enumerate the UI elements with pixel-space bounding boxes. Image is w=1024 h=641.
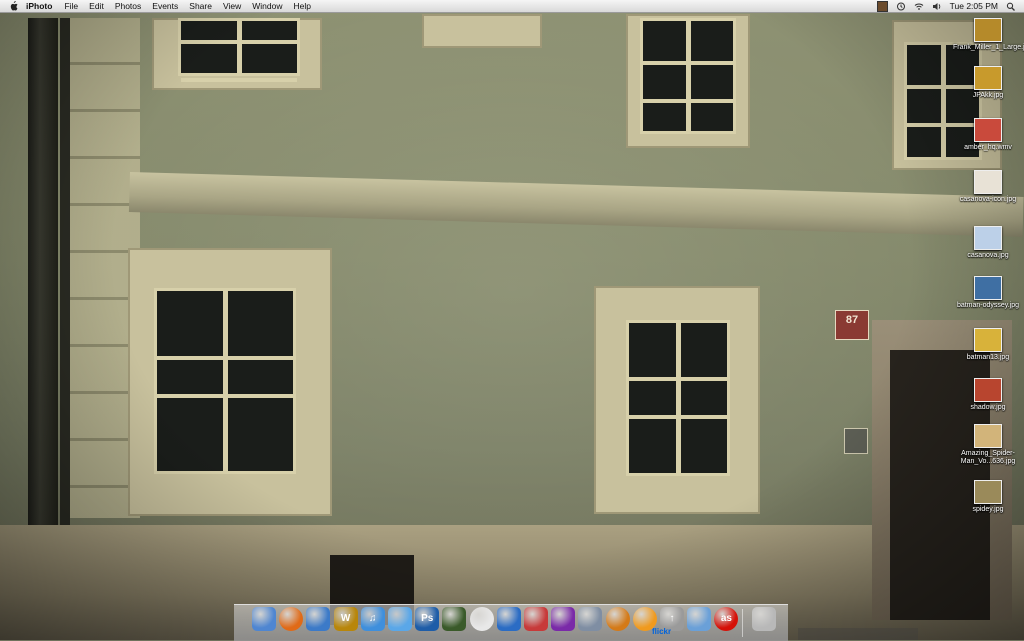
image-file-icon xyxy=(974,328,1002,352)
volume-icon[interactable] xyxy=(932,2,942,11)
menu-file[interactable]: File xyxy=(64,1,78,11)
trash-icon[interactable] xyxy=(752,607,776,631)
dock: W ♫ Ps ↑ as flickr xyxy=(234,604,788,641)
desktop-file-icon[interactable]: shadow.jpg xyxy=(953,378,1023,412)
image-file-icon xyxy=(974,276,1002,300)
dock-item-glyph: Ps xyxy=(421,613,434,624)
iweb-icon[interactable] xyxy=(388,607,412,631)
image-file-icon xyxy=(974,66,1002,90)
desktop-file-label: spidey.jpg xyxy=(972,506,1004,513)
flickr-caption: flickr xyxy=(652,627,672,636)
desktop-file-label: casanova.jpg xyxy=(967,252,1009,259)
desktop-file-icon[interactable]: batman-odyssey.jpg xyxy=(953,276,1023,310)
image-file-icon xyxy=(974,18,1002,42)
image-file-icon xyxy=(974,170,1002,194)
menubar-clock[interactable]: Tue 2:05 PM xyxy=(950,1,998,11)
desktop-file-label: batman13.jpg xyxy=(966,354,1010,361)
desktop-file-label: JPAkk.jpg xyxy=(972,92,1004,99)
safari-icon[interactable] xyxy=(469,607,494,631)
firefox-icon[interactable] xyxy=(279,607,304,631)
growl-icon[interactable] xyxy=(605,607,630,631)
menu-events[interactable]: Events xyxy=(152,1,178,11)
video-file-icon xyxy=(974,118,1002,142)
app-menu-iphoto[interactable]: iPhoto xyxy=(26,1,52,11)
desktop-file-label: casanova-icon.jpg xyxy=(959,196,1017,203)
desktop-file-icon[interactable]: JPAkk.jpg xyxy=(953,66,1023,100)
wifi-icon[interactable] xyxy=(914,2,924,11)
menu-share[interactable]: Share xyxy=(189,1,212,11)
image-file-icon xyxy=(974,424,1002,448)
menu-extras: Tue 2:05 PM xyxy=(876,0,1016,12)
desktop-file-icon[interactable]: Frank_Miller_1_Large.jpg xyxy=(953,18,1024,52)
menu-edit[interactable]: Edit xyxy=(89,1,104,11)
dock-separator xyxy=(742,609,743,637)
iphoto-icon[interactable] xyxy=(687,607,712,631)
frontrow-icon[interactable] xyxy=(551,607,576,631)
menu-window[interactable]: Window xyxy=(252,1,282,11)
desktop-file-icon[interactable]: spidey.jpg xyxy=(953,480,1023,514)
desktop-file-icon[interactable]: Amazing_Spider-Man_Vo...636.jpg xyxy=(953,424,1023,466)
spotlight-search-icon[interactable] xyxy=(1006,2,1016,11)
dock-item-glyph: as xyxy=(720,613,732,624)
desktop-file-label: shadow.jpg xyxy=(970,404,1006,411)
finder-icon[interactable] xyxy=(252,607,276,631)
photoshop-icon[interactable]: Ps xyxy=(415,607,440,631)
desktop-file-icon[interactable]: amber_hq.wmv xyxy=(953,118,1023,152)
time-machine-icon[interactable] xyxy=(896,2,906,11)
desktop-file-icon[interactable]: batman13.jpg xyxy=(953,328,1023,362)
mail-icon[interactable] xyxy=(306,607,331,631)
image-file-icon xyxy=(974,226,1002,250)
image-file-icon xyxy=(974,480,1002,504)
dock-item-glyph: ♫ xyxy=(369,613,377,624)
user-avatar-icon[interactable] xyxy=(876,0,888,12)
desktop-file-label: amber_hq.wmv xyxy=(964,144,1012,151)
desktop-file-icon[interactable]: casanova-icon.jpg xyxy=(953,170,1023,204)
menu-photos[interactable]: Photos xyxy=(115,1,141,11)
itunes-icon[interactable]: ♫ xyxy=(360,607,385,631)
desktop-wallpaper: 87 xyxy=(0,0,1024,640)
wow-icon[interactable]: W xyxy=(333,607,358,631)
duck-icon[interactable] xyxy=(442,607,467,631)
menu-view[interactable]: View xyxy=(223,1,241,11)
menu-help[interactable]: Help xyxy=(293,1,310,11)
desktop-file-label: Frank_Miller_1_Large.jpg xyxy=(953,44,1024,51)
network-icon[interactable] xyxy=(496,607,521,631)
dock-reflection xyxy=(798,628,918,640)
image-file-icon xyxy=(974,378,1002,402)
lastfm-icon[interactable]: as xyxy=(714,607,739,631)
apple-logo-icon[interactable] xyxy=(8,1,18,11)
desktop-file-icon[interactable]: casanova.jpg xyxy=(953,226,1023,260)
truck-icon[interactable] xyxy=(578,607,603,631)
dock-item-glyph: W xyxy=(340,613,351,624)
menu-bar: iPhoto File Edit Photos Events Share Vie… xyxy=(0,0,1024,13)
desktop-file-label: batman-odyssey.jpg xyxy=(956,302,1020,309)
desktop-file-label: Amazing_Spider-Man_Vo...636.jpg xyxy=(960,450,1016,465)
script-icon[interactable] xyxy=(524,607,548,631)
